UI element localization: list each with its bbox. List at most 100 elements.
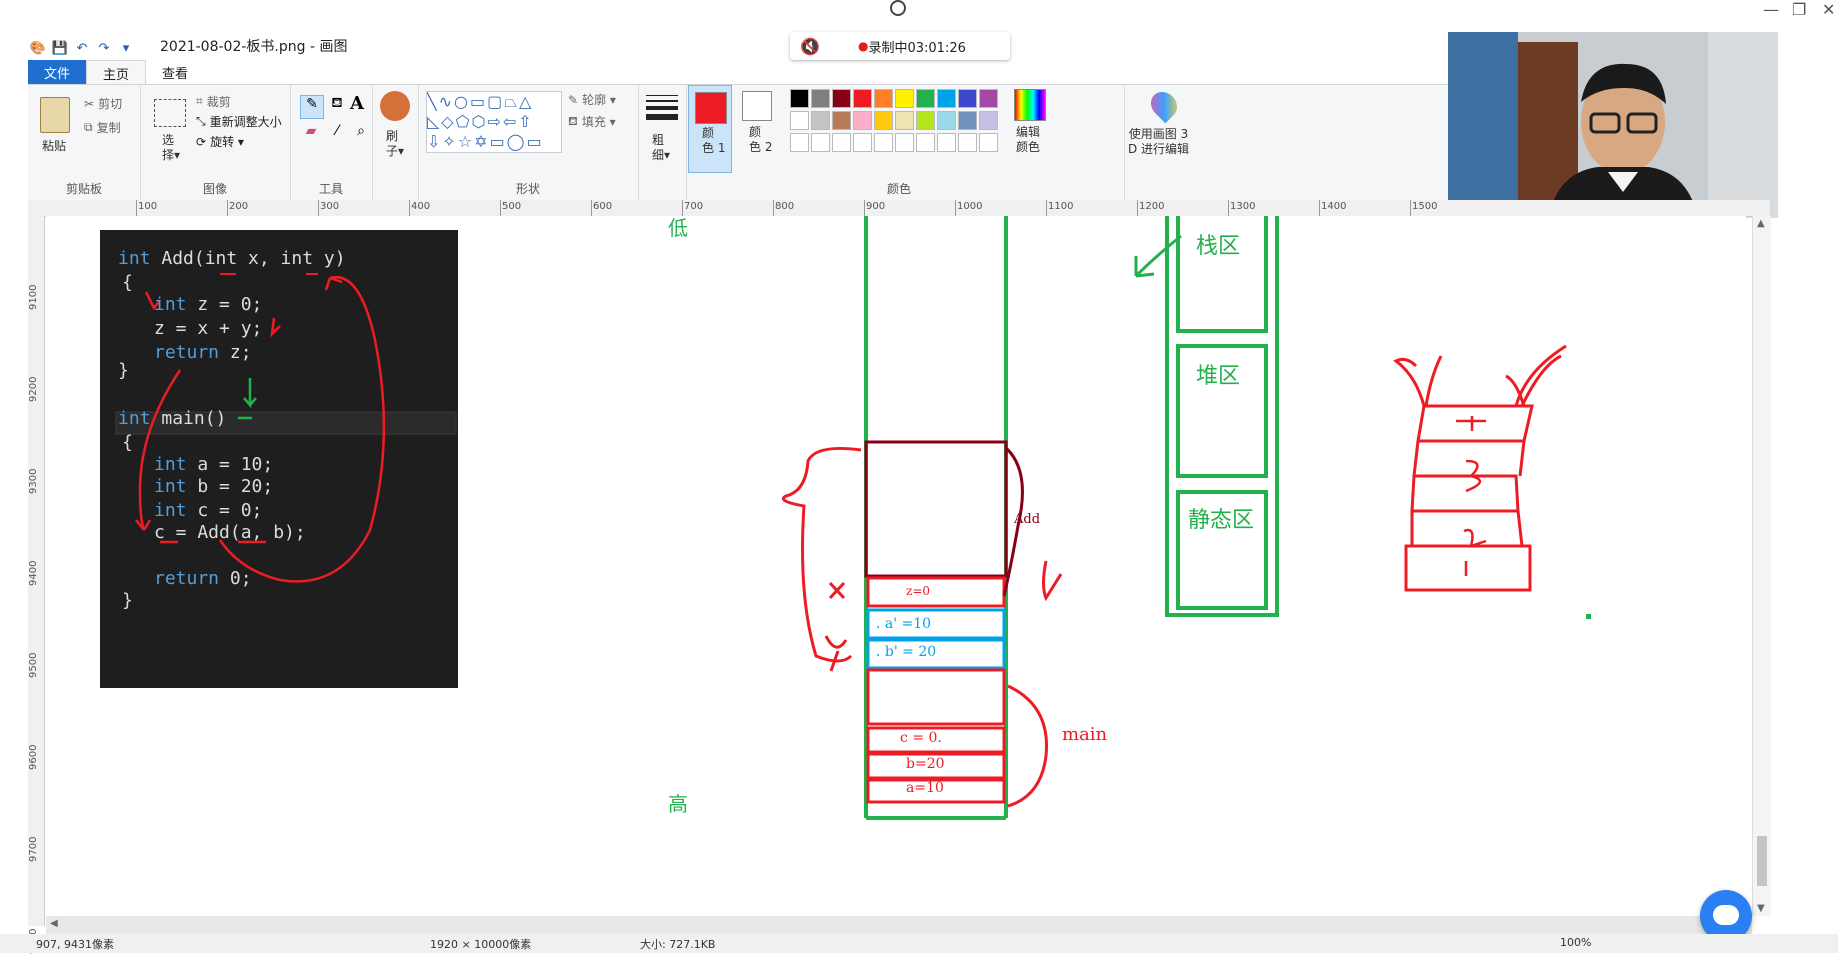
rotate-button[interactable]: ⟳ 旋转 ▾ xyxy=(196,133,244,150)
color-swatch[interactable] xyxy=(874,89,893,108)
outline-button[interactable]: ✎ 轮廓 ▾ xyxy=(568,91,616,108)
color-swatch[interactable] xyxy=(832,89,851,108)
ruler-tick xyxy=(1228,200,1229,216)
color-swatch[interactable] xyxy=(811,133,830,152)
size-button[interactable]: 粗 细▾ xyxy=(652,133,670,163)
ruler-label: 1000 xyxy=(957,201,983,212)
window-title: 2021-08-02-板书.png - 画图 xyxy=(160,39,348,55)
ruler-tick xyxy=(227,200,228,216)
select-icon[interactable] xyxy=(154,99,186,127)
code-line: int c = 0; xyxy=(154,500,263,521)
a-cell-label: a=10 xyxy=(906,780,944,796)
color-swatch[interactable] xyxy=(811,89,830,108)
tab-file[interactable]: 文件 xyxy=(28,60,87,84)
color-swatch[interactable] xyxy=(895,133,914,152)
fill-icon: ⛾ xyxy=(568,113,578,128)
color-swatch[interactable] xyxy=(874,111,893,130)
color-swatch[interactable] xyxy=(832,111,851,130)
clipboard-group-label: 剪贴板 xyxy=(65,182,102,196)
color-swatch[interactable] xyxy=(790,133,809,152)
edit-colors-button[interactable]: 编辑 颜色 xyxy=(1016,125,1040,155)
main-frame-label: main xyxy=(1062,724,1108,745)
text-tool-icon[interactable]: A xyxy=(350,93,364,114)
color1-button[interactable]: 颜 色 1 xyxy=(688,85,732,173)
stack-arrow xyxy=(1134,234,1182,278)
ruler-tick xyxy=(773,200,774,216)
color-swatch[interactable] xyxy=(874,133,893,152)
shapes-gallery[interactable]: ╲∿○▭▢⏢△ ◺◇⬠⬡⇨⇦⇧ ⇩✧☆✡▭◯▭ xyxy=(426,91,562,153)
paste-button[interactable]: 粘贴 xyxy=(42,137,66,154)
color-swatch[interactable] xyxy=(916,89,935,108)
tab-view[interactable]: 查看 xyxy=(146,60,204,84)
brush-icon[interactable] xyxy=(380,91,410,121)
ruler-tick xyxy=(1410,200,1411,216)
tab-home[interactable]: 主页 xyxy=(86,60,147,84)
color-swatch[interactable] xyxy=(832,133,851,152)
color-swatch[interactable] xyxy=(979,133,998,152)
recording-indicator: 🔇 ● 录制中03:01:26 xyxy=(790,32,1010,60)
color-swatch[interactable] xyxy=(895,89,914,108)
high-address-label: 高 xyxy=(668,792,688,816)
muted-speaker-icon[interactable]: 🔇 xyxy=(790,37,830,56)
color-swatch[interactable] xyxy=(853,111,872,130)
eraser-icon[interactable]: ▰ xyxy=(300,123,322,145)
color2-button[interactable]: 颜 色 2 xyxy=(736,85,780,173)
add-frame-label: Add xyxy=(1014,512,1041,527)
paint3d-icon[interactable] xyxy=(1145,86,1183,124)
color-swatch[interactable] xyxy=(895,111,914,130)
tools-group-label: 工具 xyxy=(318,182,343,196)
vertical-scroll-thumb[interactable] xyxy=(1757,836,1767,886)
customize-qat-icon[interactable]: ▾ xyxy=(118,40,134,56)
restore-icon[interactable]: ❐ xyxy=(1792,0,1806,19)
ruler-tick xyxy=(318,200,319,216)
color-swatch[interactable] xyxy=(958,133,977,152)
color-swatch[interactable] xyxy=(916,111,935,130)
code-line: z = x + y; xyxy=(154,318,263,339)
paste-icon[interactable] xyxy=(40,97,70,133)
resize-button[interactable]: ⤡ 重新调整大小 xyxy=(196,113,282,130)
copy-button[interactable]: ⧉ 复制 xyxy=(84,119,121,136)
presenter-video xyxy=(1448,32,1778,218)
scroll-down-icon[interactable]: ▼ xyxy=(1757,903,1765,914)
ruler-tick xyxy=(500,200,501,216)
minimize-icon[interactable]: — xyxy=(1763,0,1779,19)
a-prime-cell-label: . a' =10 xyxy=(876,616,932,632)
horizontal-scrollbar[interactable]: ◀ xyxy=(46,916,1752,934)
paint3d-button[interactable]: 使用画图 3 D 进行编辑 xyxy=(1128,127,1189,157)
color-swatch[interactable] xyxy=(790,111,809,130)
fill-bucket-icon[interactable]: ⛾ xyxy=(326,95,348,117)
brushes-button[interactable]: 刷 子▾ xyxy=(386,129,404,159)
undo-icon[interactable]: ↶ xyxy=(74,40,90,56)
scroll-up-icon[interactable]: ▲ xyxy=(1757,218,1765,229)
code-line: int b = 20; xyxy=(154,476,274,497)
color-swatch[interactable] xyxy=(853,133,872,152)
color-swatch[interactable] xyxy=(979,111,998,130)
redo-icon[interactable]: ↷ xyxy=(96,40,112,56)
color-swatch[interactable] xyxy=(979,89,998,108)
color-swatch[interactable] xyxy=(958,111,977,130)
color-swatch[interactable] xyxy=(937,89,956,108)
ruler-tick xyxy=(955,200,956,216)
color-swatch[interactable] xyxy=(958,89,977,108)
line-width-icon[interactable] xyxy=(646,95,678,120)
color-swatch[interactable] xyxy=(916,133,935,152)
crop-button[interactable]: ⌗ 裁剪 xyxy=(196,93,231,110)
vertical-scrollbar[interactable]: ▲ ▼ xyxy=(1752,216,1771,916)
edit-colors-icon[interactable] xyxy=(1014,89,1046,121)
select-button[interactable]: 选 择▾ xyxy=(162,133,180,163)
color-swatch[interactable] xyxy=(937,111,956,130)
scroll-left-icon[interactable]: ◀ xyxy=(50,918,58,929)
color-swatch[interactable] xyxy=(937,133,956,152)
fill-button[interactable]: ⛾ 填充 ▾ xyxy=(568,113,616,130)
color-swatch[interactable] xyxy=(790,89,809,108)
pencil-icon[interactable]: ✎ xyxy=(300,95,324,119)
magnifier-icon[interactable]: ⌕ xyxy=(350,123,372,145)
color-swatch[interactable] xyxy=(853,89,872,108)
color-picker-icon[interactable]: ⁄ xyxy=(326,123,348,145)
cut-button[interactable]: ✂ 剪切 xyxy=(84,95,122,112)
code-line: int a = 10; xyxy=(154,454,274,475)
close-icon[interactable]: ✕ xyxy=(1822,0,1835,19)
color-swatch[interactable] xyxy=(811,111,830,130)
code-line: c = Add(a, b); xyxy=(154,522,306,543)
save-icon[interactable]: 💾 xyxy=(52,40,68,56)
